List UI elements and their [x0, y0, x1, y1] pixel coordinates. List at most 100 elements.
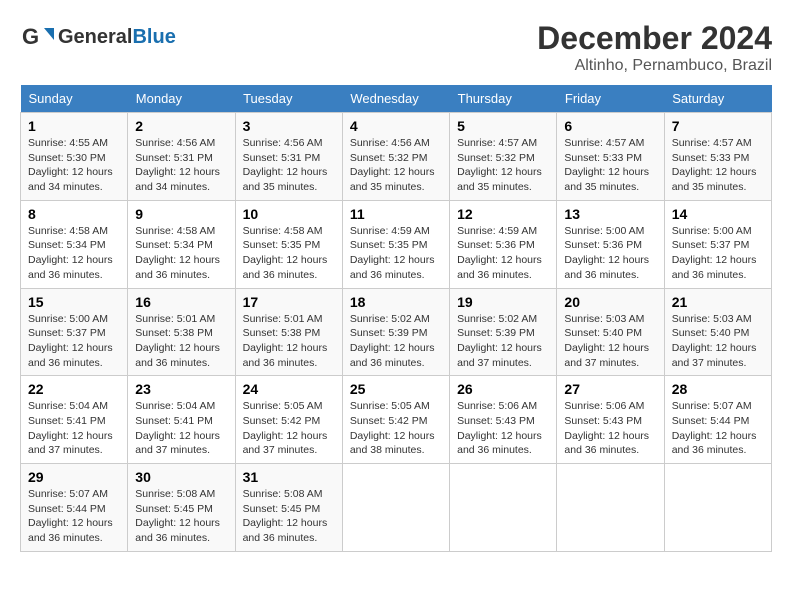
calendar-cell [557, 464, 664, 552]
calendar-cell: 28 Sunrise: 5:07 AMSunset: 5:44 PMDayligh… [664, 376, 771, 464]
calendar-cell: 9 Sunrise: 4:58 AMSunset: 5:34 PMDaylight… [128, 200, 235, 288]
day-number: 17 [243, 294, 335, 310]
calendar-cell: 6Sunrise: 4:57 AMSunset: 5:33 PMDaylight… [557, 113, 664, 201]
calendar-cell [450, 464, 557, 552]
day-info: Sunrise: 4:58 AMSunset: 5:34 PMDaylight:… [28, 224, 120, 283]
day-number: 7 [672, 118, 764, 134]
logo-general: General [58, 26, 132, 48]
calendar-cell: 22 Sunrise: 5:04 AMSunset: 5:41 PMDayligh… [21, 376, 128, 464]
calendar-cell: 4 Sunrise: 4:56 AMSunset: 5:32 PMDaylight… [342, 113, 449, 201]
day-number: 11 [350, 206, 442, 222]
calendar-cell: 25 Sunrise: 5:05 AMSunset: 5:42 PMDayligh… [342, 376, 449, 464]
calendar-week-4: 22 Sunrise: 5:04 AMSunset: 5:41 PMDayligh… [21, 376, 772, 464]
day-info: Sunrise: 4:58 AMSunset: 5:34 PMDaylight:… [135, 224, 227, 283]
day-number: 13 [564, 206, 656, 222]
day-info: Sunrise: 5:05 AMSunset: 5:42 PMDaylight:… [350, 399, 442, 458]
day-number: 8 [28, 206, 120, 222]
calendar-week-5: 29 Sunrise: 5:07 AMSunset: 5:44 PMDayligh… [21, 464, 772, 552]
calendar-cell: 2Sunrise: 4:56 AMSunset: 5:31 PMDaylight… [128, 113, 235, 201]
day-number: 30 [135, 469, 227, 485]
calendar-cell: 5Sunrise: 4:57 AMSunset: 5:32 PMDaylight… [450, 113, 557, 201]
calendar-cell: 20 Sunrise: 5:03 AMSunset: 5:40 PMDayligh… [557, 288, 664, 376]
day-info: Sunrise: 5:03 AMSunset: 5:40 PMDaylight:… [672, 312, 764, 371]
day-info: Sunrise: 4:56 AMSunset: 5:31 PMDaylight:… [243, 136, 335, 195]
calendar-week-2: 8 Sunrise: 4:58 AMSunset: 5:34 PMDaylight… [21, 200, 772, 288]
day-number: 27 [564, 381, 656, 397]
header-cell-wednesday: Wednesday [342, 85, 449, 113]
day-info: Sunrise: 5:00 AMSunset: 5:37 PMDaylight:… [28, 312, 120, 371]
calendar-cell: 27 Sunrise: 5:06 AMSunset: 5:43 PMDayligh… [557, 376, 664, 464]
calendar-cell: 11Sunrise: 4:59 AMSunset: 5:35 PMDayligh… [342, 200, 449, 288]
day-number: 15 [28, 294, 120, 310]
day-number: 21 [672, 294, 764, 310]
day-number: 9 [135, 206, 227, 222]
day-info: Sunrise: 4:57 AMSunset: 5:33 PMDaylight:… [564, 136, 656, 195]
day-number: 23 [135, 381, 227, 397]
calendar-cell: 17 Sunrise: 5:01 AMSunset: 5:38 PMDayligh… [235, 288, 342, 376]
day-number: 1 [28, 118, 120, 134]
day-info: Sunrise: 5:06 AMSunset: 5:43 PMDaylight:… [457, 399, 549, 458]
day-number: 12 [457, 206, 549, 222]
calendar-cell: 21 Sunrise: 5:03 AMSunset: 5:40 PMDayligh… [664, 288, 771, 376]
calendar-cell: 16Sunrise: 5:01 AMSunset: 5:38 PMDayligh… [128, 288, 235, 376]
day-number: 25 [350, 381, 442, 397]
day-info: Sunrise: 5:04 AMSunset: 5:41 PMDaylight:… [135, 399, 227, 458]
calendar-body: 1 Sunrise: 4:55 AMSunset: 5:30 PMDaylight… [21, 113, 772, 552]
calendar-table: SundayMondayTuesdayWednesdayThursdayFrid… [20, 85, 772, 552]
day-number: 19 [457, 294, 549, 310]
logo-blue: Blue [132, 26, 175, 48]
calendar-cell: 1 Sunrise: 4:55 AMSunset: 5:30 PMDaylight… [21, 113, 128, 201]
day-info: Sunrise: 5:04 AMSunset: 5:41 PMDaylight:… [28, 399, 120, 458]
calendar-cell: 23 Sunrise: 5:04 AMSunset: 5:41 PMDayligh… [128, 376, 235, 464]
calendar-cell: 26 Sunrise: 5:06 AMSunset: 5:43 PMDayligh… [450, 376, 557, 464]
day-number: 22 [28, 381, 120, 397]
day-info: Sunrise: 5:07 AMSunset: 5:44 PMDaylight:… [28, 487, 120, 546]
day-info: Sunrise: 5:01 AMSunset: 5:38 PMDaylight:… [243, 312, 335, 371]
calendar-cell: 30 Sunrise: 5:08 AMSunset: 5:45 PMDayligh… [128, 464, 235, 552]
day-info: Sunrise: 4:57 AMSunset: 5:33 PMDaylight:… [672, 136, 764, 195]
header-cell-thursday: Thursday [450, 85, 557, 113]
day-info: Sunrise: 5:02 AMSunset: 5:39 PMDaylight:… [350, 312, 442, 371]
calendar-cell [664, 464, 771, 552]
header-cell-friday: Friday [557, 85, 664, 113]
day-number: 26 [457, 381, 549, 397]
calendar-week-3: 15 Sunrise: 5:00 AMSunset: 5:37 PMDayligh… [21, 288, 772, 376]
calendar-cell: 13 Sunrise: 5:00 AMSunset: 5:36 PMDayligh… [557, 200, 664, 288]
day-number: 24 [243, 381, 335, 397]
day-info: Sunrise: 5:00 AMSunset: 5:36 PMDaylight:… [564, 224, 656, 283]
day-info: Sunrise: 5:00 AMSunset: 5:37 PMDaylight:… [672, 224, 764, 283]
day-number: 28 [672, 381, 764, 397]
calendar-cell: 7 Sunrise: 4:57 AMSunset: 5:33 PMDaylight… [664, 113, 771, 201]
day-number: 16 [135, 294, 227, 310]
day-number: 5 [457, 118, 549, 134]
calendar-cell: 29 Sunrise: 5:07 AMSunset: 5:44 PMDayligh… [21, 464, 128, 552]
day-info: Sunrise: 4:56 AMSunset: 5:31 PMDaylight:… [135, 136, 227, 195]
day-info: Sunrise: 4:58 AMSunset: 5:35 PMDaylight:… [243, 224, 335, 283]
calendar-cell: 8 Sunrise: 4:58 AMSunset: 5:34 PMDaylight… [21, 200, 128, 288]
day-number: 10 [243, 206, 335, 222]
day-info: Sunrise: 5:03 AMSunset: 5:40 PMDaylight:… [564, 312, 656, 371]
day-info: Sunrise: 4:56 AMSunset: 5:32 PMDaylight:… [350, 136, 442, 195]
day-info: Sunrise: 5:06 AMSunset: 5:43 PMDaylight:… [564, 399, 656, 458]
calendar-cell: 18Sunrise: 5:02 AMSunset: 5:39 PMDayligh… [342, 288, 449, 376]
header: G GeneralBlue December 2024 Altinho, Per… [20, 20, 772, 75]
header-cell-sunday: Sunday [21, 85, 128, 113]
month-title: December 2024 [537, 20, 772, 57]
calendar-cell: 31Sunrise: 5:08 AMSunset: 5:45 PMDayligh… [235, 464, 342, 552]
day-number: 20 [564, 294, 656, 310]
calendar-cell: 24Sunrise: 5:05 AMSunset: 5:42 PMDayligh… [235, 376, 342, 464]
day-info: Sunrise: 5:07 AMSunset: 5:44 PMDaylight:… [672, 399, 764, 458]
day-number: 3 [243, 118, 335, 134]
day-number: 4 [350, 118, 442, 134]
day-number: 29 [28, 469, 120, 485]
header-cell-tuesday: Tuesday [235, 85, 342, 113]
location-title: Altinho, Pernambuco, Brazil [537, 57, 772, 75]
day-info: Sunrise: 4:55 AMSunset: 5:30 PMDaylight:… [28, 136, 120, 195]
day-info: Sunrise: 5:02 AMSunset: 5:39 PMDaylight:… [457, 312, 549, 371]
day-info: Sunrise: 5:08 AMSunset: 5:45 PMDaylight:… [135, 487, 227, 546]
logo-icon: G [20, 20, 54, 54]
day-info: Sunrise: 4:59 AMSunset: 5:36 PMDaylight:… [457, 224, 549, 283]
logo: G GeneralBlue [20, 20, 176, 54]
day-number: 14 [672, 206, 764, 222]
calendar-cell: 3 Sunrise: 4:56 AMSunset: 5:31 PMDaylight… [235, 113, 342, 201]
